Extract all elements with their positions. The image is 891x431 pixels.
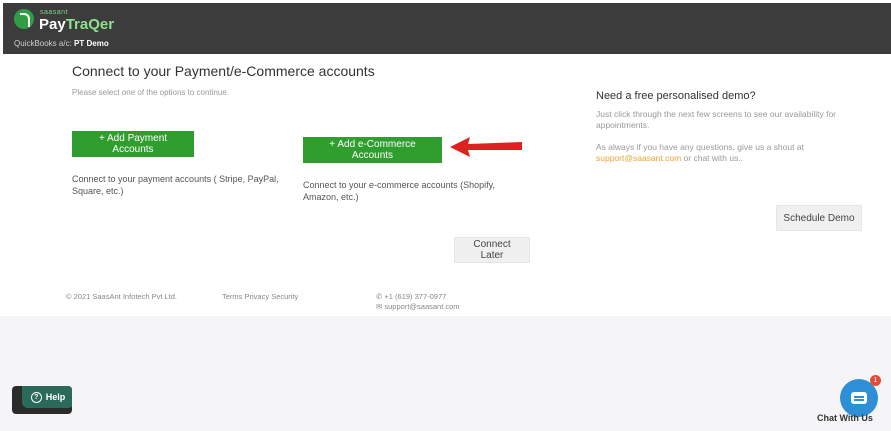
help-label: Help [45,392,66,402]
demo-description: Just click through the next few screens … [596,109,837,130]
payment-accounts-description: Connect to your payment accounts ( Strip… [72,174,279,196]
footer-phone-number: +1 (619) 377-0977 [384,292,447,301]
brand-name: PayTraQer [39,16,114,33]
schedule-demo-button[interactable]: Schedule Demo [776,205,862,231]
footer-email-address[interactable]: support@saasant.com [384,302,459,311]
brand-name-part-a: Pay [39,16,66,33]
brand-name-part-b: TraQer [65,16,115,33]
chat-notification-badge: 1 [870,375,881,386]
lower-background [0,316,891,431]
add-payment-accounts-button[interactable]: + Add Payment Accounts [72,131,194,157]
footer-terms-link[interactable]: Terms [222,292,242,301]
footer-copyright: © 2021 SaasAnt Infotech Pvt Ltd. [66,292,178,301]
add-ecommerce-accounts-button[interactable]: + Add e-Commerce Accounts [303,137,442,163]
help-widget[interactable]: ? Help [12,386,72,414]
page-subtitle: Please select one of the options to cont… [72,88,229,97]
page-title: Connect to your Payment/e-Commerce accou… [72,63,375,79]
account-label: QuickBooks a/c: [14,39,72,48]
connect-later-button[interactable]: Connect Later [454,237,530,263]
footer-phone: ✆ +1 (619) 377-0977 [376,292,446,301]
brand-small-text: saasant [40,9,69,16]
demo-contact-suffix: or chat with us.. [683,153,744,163]
paytraqer-logo-icon [14,9,34,29]
demo-title: Need a free personalised demo? [596,90,756,102]
demo-contact-text: As always if you have any questions, giv… [596,142,881,164]
phone-icon: ✆ [376,292,383,301]
footer-email: ✉ support@saasant.com [376,302,460,311]
chat-label[interactable]: Chat With Us [817,413,873,423]
demo-contact-prefix: As always if you have any questions, giv… [596,142,804,152]
ecommerce-accounts-description: Connect to your e-commerce accounts (Sho… [303,180,495,202]
red-arrow-icon [450,137,522,157]
help-button[interactable]: ? Help [22,386,72,408]
support-email-link[interactable]: support@saasant.com [596,153,681,163]
question-icon: ? [30,391,42,403]
footer-privacy-link[interactable]: Privacy [245,292,270,301]
chat-icon [851,392,867,404]
mail-icon: ✉ [376,302,383,311]
quickbooks-account: QuickBooks a/c: PT Demo [14,39,109,48]
footer-links: Terms Privacy Security [222,292,298,301]
footer-security-link[interactable]: Security [271,292,298,301]
account-name: PT Demo [74,39,109,48]
top-bar: saasant PayTraQer QuickBooks a/c: PT Dem… [3,3,891,54]
